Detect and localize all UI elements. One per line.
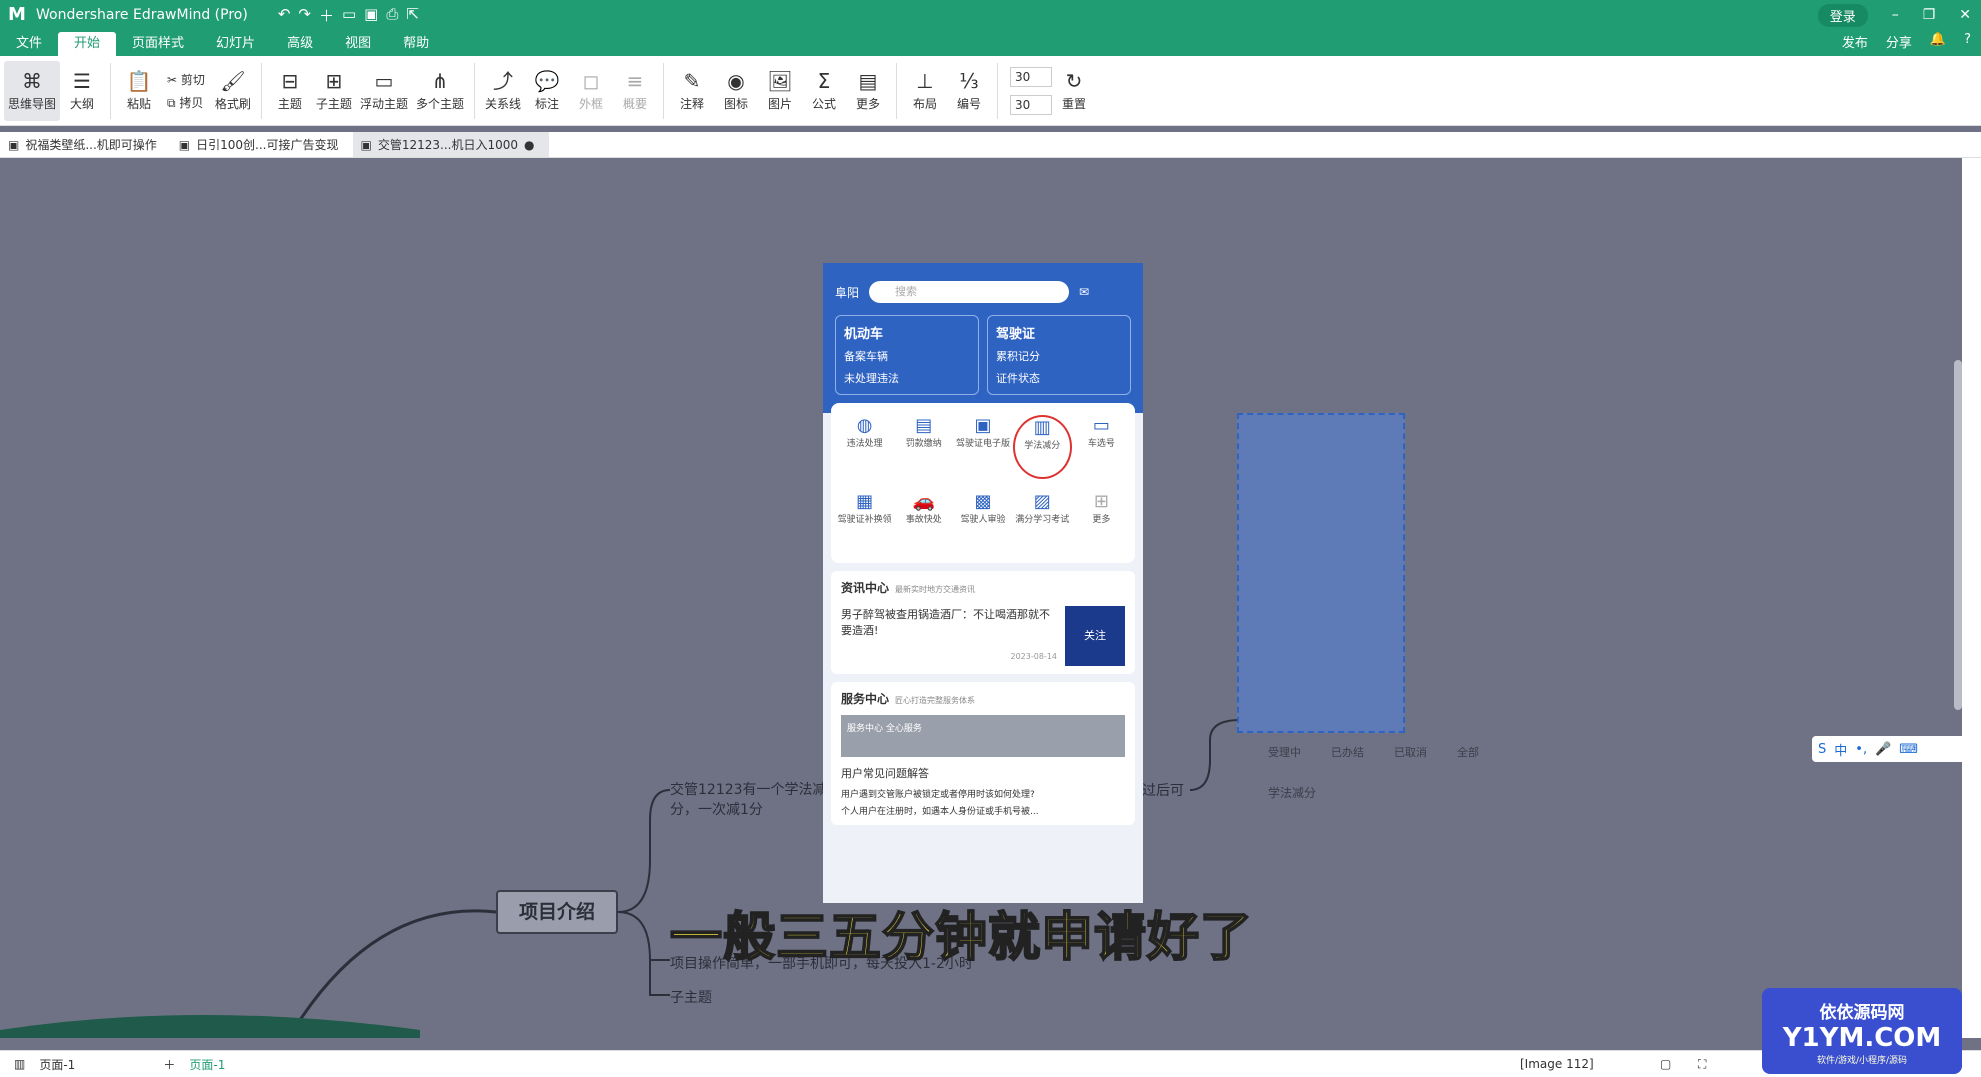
- mail-icon: ✉: [1079, 285, 1090, 299]
- add-page-icon[interactable]: ＋: [163, 1056, 175, 1073]
- grid-item: ▨ 满分学习考试: [1015, 491, 1070, 525]
- right-side-panel: [1962, 158, 1981, 1038]
- topic-project-intro[interactable]: 项目介绍: [496, 890, 618, 934]
- panel-toggle-icon[interactable]: ▥: [14, 1057, 25, 1071]
- punctuation-icon: •,: [1855, 741, 1868, 757]
- grid-item: ◍ 违法处理: [846, 415, 883, 449]
- service-section: 服务中心 匠心打造完整服务体系 服务中心 全心服务 用户常见问题解答 用户遇到交管…: [831, 682, 1135, 825]
- vehicle-card: 机动车 备案车辆 未处理违法: [835, 315, 979, 395]
- phone-screenshot-image[interactable]: 阜阳 搜索 ✉ 机动车 备案车辆 未处理违法 驾驶证 累积记分 证件状态 ◍ 违法处理 ▤…: [823, 263, 1143, 903]
- phone-header: 阜阳 搜索 ✉ 机动车 备案车辆 未处理违法 驾驶证 累积记分 证件状态: [823, 263, 1143, 413]
- grid-item: ▤ 罚款缴纳: [905, 415, 942, 449]
- subtopic-text[interactable]: 子主题: [670, 987, 712, 1007]
- status-bar: ▥ 页面-1 ＋ 页面-1 [Image 112] ▢ ⛶: [0, 1050, 1981, 1077]
- service-grid: ◍ 违法处理 ▤ 罚款缴纳 ▣ 驾驶证电子版 ▥ 学法减分 ▭ 车选号 ▦ 驾驶证补换领 🚗…: [831, 403, 1135, 563]
- fit-page-icon[interactable]: ▢: [1660, 1057, 1671, 1071]
- grid-item: ⊞ 更多: [1092, 491, 1111, 525]
- grid-item: ▣ 驾驶证电子版: [955, 415, 1010, 449]
- mic-icon: 🎤: [1875, 741, 1892, 757]
- keyboard-icon: ⌨: [1899, 741, 1919, 757]
- sogou-logo-icon: S: [1818, 741, 1827, 757]
- fullscreen-icon[interactable]: ⛶: [1698, 1057, 1706, 1072]
- news-thumbnail: 关注: [1065, 606, 1125, 666]
- license-card: 驾驶证 累积记分 证件状态: [987, 315, 1131, 395]
- subtopic-text[interactable]: 交管12123有一个学法减分，一次减1分: [670, 780, 840, 820]
- service-banner: 服务中心 全心服务: [841, 715, 1125, 757]
- order-status-panel: 受理中 已办结 已取消 全部 学法减分: [1268, 746, 1479, 800]
- vertical-scrollbar[interactable]: [1954, 360, 1962, 710]
- city-selector: 阜阳: [835, 285, 860, 300]
- watermark-logo: 依依源码网 Y1YM.COM 软件/游戏/小程序/源码: [1762, 988, 1962, 1074]
- phone-thumbnail-image[interactable]: [1237, 413, 1405, 733]
- grid-item: ▦ 驾驶证补换领: [837, 491, 892, 525]
- image-info: [Image 112]: [1520, 1057, 1594, 1071]
- phone-search: 搜索: [869, 281, 1070, 303]
- page-tab[interactable]: 页面-1: [189, 1056, 225, 1073]
- video-subtitle: 一般三五分钟就申请好了: [669, 907, 1254, 969]
- news-section: 资讯中心 最新实时地方交通资讯 男子醉驾被查用锅造酒厂：不让喝酒那就不要造酒! 2…: [831, 571, 1135, 674]
- ime-toolbar[interactable]: S 中 •, 🎤 ⌨: [1812, 736, 1972, 762]
- page-select[interactable]: 页面-1: [39, 1056, 149, 1073]
- grid-item: ▭ 车选号: [1087, 415, 1115, 449]
- grid-item: ▥ 学法减分: [1012, 415, 1072, 479]
- subtopic-text[interactable]: 过后可: [1142, 780, 1184, 800]
- grid-item: 🚗 事故快处: [905, 491, 942, 525]
- grid-item: ▩ 驾驶人审验: [960, 491, 1006, 525]
